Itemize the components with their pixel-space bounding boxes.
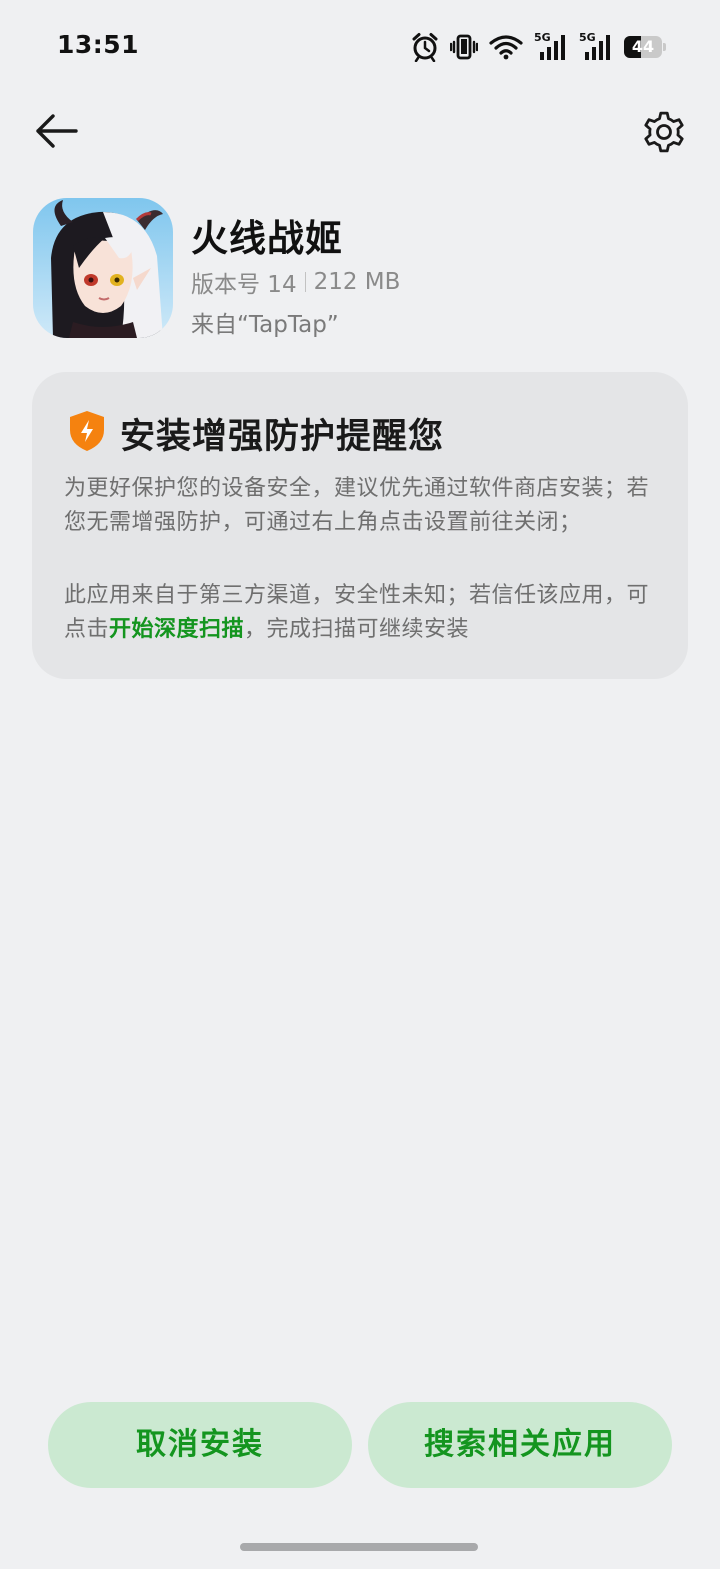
battery-percent: 44 <box>631 37 655 56</box>
app-meta: 版本号 14 212 MB <box>191 265 400 299</box>
app-source: 来自“TapTap” <box>191 312 339 338</box>
warning-title: 安装增强防护提醒您 <box>120 417 445 457</box>
status-icons: 5G 5G 44 <box>411 31 668 63</box>
app-size: 212 MB <box>313 269 401 295</box>
signal-5g-icon: 5G <box>534 32 568 62</box>
settings-button[interactable] <box>638 106 690 158</box>
meta-divider <box>304 272 306 292</box>
app-version: 版本号 14 <box>191 272 297 298</box>
security-warning-card: 安装增强防护提醒您 为更好保护您的设备安全，建议优先通过软件商店安装；若您无需增… <box>32 372 688 679</box>
status-bar: 13:51 5G 5G 44 <box>0 0 720 94</box>
home-indicator[interactable] <box>240 1543 478 1551</box>
status-time: 13:51 <box>57 30 140 59</box>
deep-scan-link[interactable]: 开始深度扫描 <box>109 617 244 642</box>
arrow-left-icon <box>36 114 78 148</box>
gear-icon <box>644 111 684 153</box>
warning-paragraph: 此应用来自于第三方渠道，安全性未知；若信任该应用，可点击开始深度扫描，完成扫描可… <box>64 579 654 647</box>
alarm-icon <box>412 33 438 62</box>
back-button[interactable] <box>30 108 82 154</box>
warning-text: ，完成扫描可继续安装 <box>244 617 470 642</box>
signal-5g-icon: 5G <box>579 32 613 62</box>
search-related-apps-button[interactable]: 搜索相关应用 <box>368 1402 672 1488</box>
app-icon <box>33 198 173 338</box>
app-name: 火线战姬 <box>191 217 343 260</box>
shield-bolt-icon <box>70 411 104 451</box>
battery-icon: 44 <box>624 36 668 58</box>
vibrate-icon <box>450 34 478 60</box>
wifi-icon <box>489 35 523 60</box>
warning-paragraph: 为更好保护您的设备安全，建议优先通过软件商店安装；若您无需增强防护，可通过右上角… <box>64 476 650 535</box>
cancel-install-button[interactable]: 取消安装 <box>48 1402 352 1488</box>
